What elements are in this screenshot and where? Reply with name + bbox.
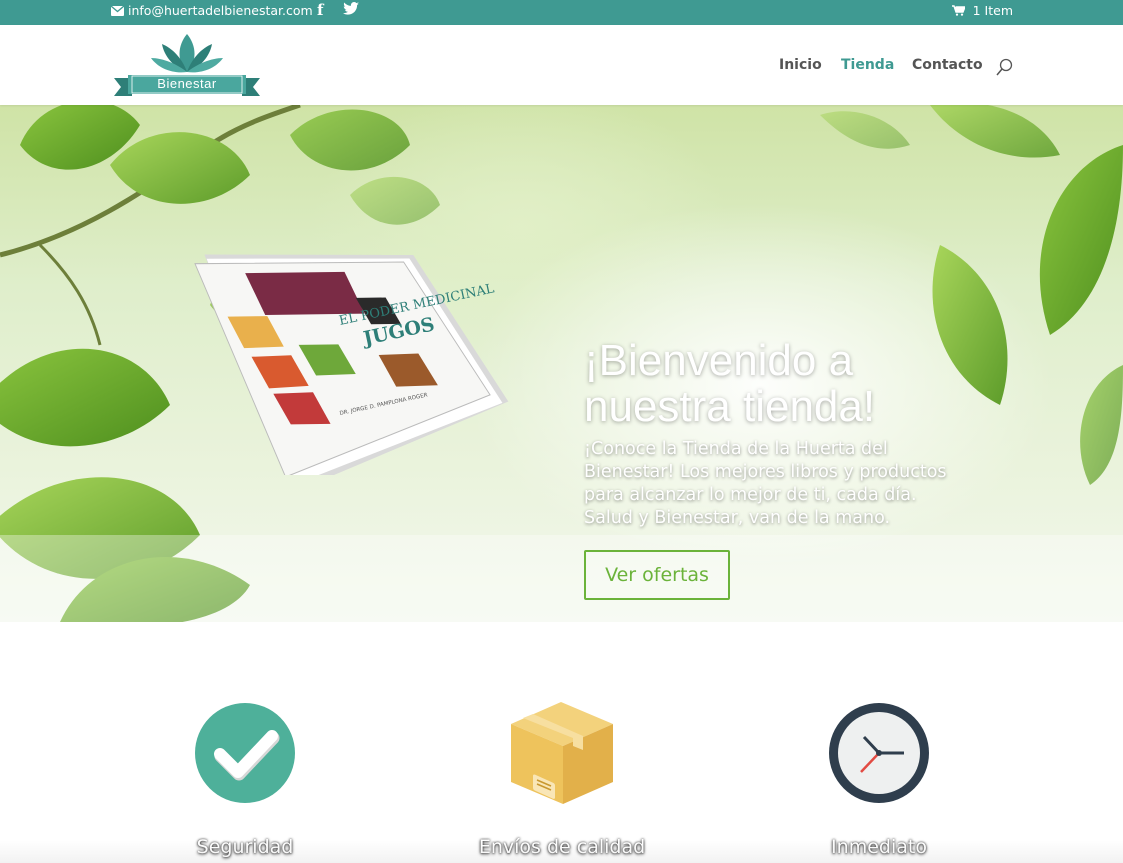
nav-tienda[interactable]: Tienda — [841, 57, 894, 73]
envelope-icon — [111, 5, 124, 16]
search-icon[interactable] — [995, 58, 1013, 76]
feature-label-inmediato: Inmediato — [831, 836, 927, 858]
nav-inicio[interactable]: Inicio — [779, 57, 822, 73]
email-text: info@huertadelbienestar.com — [128, 3, 313, 18]
feature-label-envios: Envíos de calidad — [478, 836, 646, 858]
logo-text: Bienestar — [157, 76, 217, 91]
hero-description: ¡Conoce la Tienda de la Huerta del Biene… — [584, 439, 947, 528]
hero-title: ¡Bienvenido a nuestra tienda! — [584, 336, 876, 431]
site-header: Bienestar Inicio Tienda Contacto — [0, 25, 1123, 105]
ver-ofertas-button[interactable]: Ver ofertas — [584, 550, 730, 600]
features-section: Seguridad Envíos de calidad Inmediato — [0, 622, 1123, 863]
twitter-icon[interactable] — [343, 2, 359, 16]
top-bar: info@huertadelbienestar.com f 1 Item — [0, 0, 1123, 25]
feature-label-seguridad: Seguridad — [196, 836, 294, 858]
nav-contacto[interactable]: Contacto — [912, 57, 983, 73]
site-logo[interactable]: Bienestar — [114, 32, 260, 98]
cart-icon — [951, 5, 965, 16]
package-box-icon — [511, 702, 613, 804]
book-cover-image: EL PODER MEDICINAL JUGOS DR. JORGE D. PA… — [194, 254, 509, 475]
hero-banner: EL PODER MEDICINAL JUGOS DR. JORGE D. PA… — [0, 105, 1123, 622]
email-link[interactable]: info@huertadelbienestar.com — [111, 3, 313, 18]
cart-link[interactable]: 1 Item — [951, 3, 1013, 18]
check-circle-icon — [195, 703, 295, 803]
facebook-icon[interactable]: f — [317, 1, 327, 19]
cart-count: 1 Item — [972, 3, 1013, 18]
clock-icon — [829, 703, 929, 803]
